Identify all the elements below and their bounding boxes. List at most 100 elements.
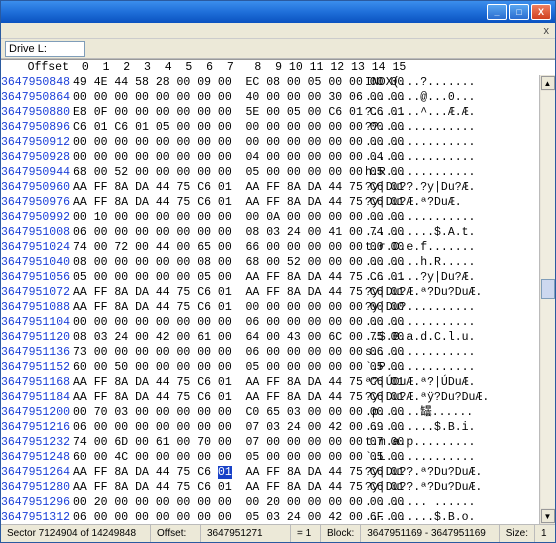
ascii-cell[interactable]: ................ [361, 315, 491, 330]
ascii-cell[interactable]: s............... [361, 345, 491, 360]
hex-cell[interactable]: C6 01 C6 01 05 00 00 00 00 00 00 00 00 0… [73, 120, 361, 135]
hex-cell[interactable]: AA FF 8A DA 44 75 C6 01 AA FF 8A DA 44 7… [73, 285, 361, 300]
ascii-cell[interactable]: ..........$.B.i. [361, 420, 491, 435]
ascii-cell[interactable]: ?y|Du?Æ.ªÿ?Du?DuÆ. [361, 390, 491, 405]
ascii-cell[interactable]: t.m.a.p......... [361, 435, 491, 450]
hex-cell[interactable]: 73 00 00 00 00 00 00 00 06 00 00 00 00 0… [73, 345, 361, 360]
vertical-scrollbar[interactable]: ▲ ▼ [539, 75, 555, 524]
hex-cell[interactable]: 00 00 00 00 00 00 00 00 04 00 00 00 00 0… [73, 150, 361, 165]
ascii-cell[interactable]: .p......罎...... [361, 405, 491, 420]
hex-cell[interactable]: 60 00 4C 00 00 00 00 00 05 00 00 00 00 0… [73, 450, 361, 465]
hex-row[interactable]: 364795110400 00 00 00 00 00 00 00 06 00 … [1, 315, 539, 330]
hex-row[interactable]: 364795131206 00 00 00 00 00 00 00 05 03 … [1, 510, 539, 524]
ascii-cell[interactable]: INDX(...?....... [361, 75, 491, 90]
hex-cell[interactable]: 74 00 72 00 44 00 65 00 66 00 00 00 00 0… [73, 240, 361, 255]
hex-cell[interactable]: 00 10 00 00 00 00 00 00 00 0A 00 00 00 0… [73, 210, 361, 225]
hex-row[interactable]: 3647951088AA FF 8A DA 44 75 C6 01 00 00 … [1, 300, 539, 315]
hex-row[interactable]: 364795105605 00 00 00 00 00 05 00 AA FF … [1, 270, 539, 285]
hex-rows[interactable]: 364795084849 4E 44 58 28 00 09 00 EC 08 … [1, 75, 539, 524]
ascii-cell[interactable]: ..$.B.a.d.C.l.u. [361, 330, 491, 345]
hex-cell[interactable]: AA FF 8A DA 44 75 C6 01 AA FF 8A DA 44 7… [73, 480, 361, 495]
hex-row[interactable]: 364795092800 00 00 00 00 00 00 00 04 00 … [1, 150, 539, 165]
hex-cell[interactable]: 00 20 00 00 00 00 00 00 00 20 00 00 00 0… [73, 495, 361, 510]
ascii-cell[interactable]: ........?y|Du?Æ. [361, 270, 491, 285]
hex-cell[interactable]: E8 0F 00 00 00 00 00 00 5E 00 05 00 C6 0… [73, 105, 361, 120]
hex-cell[interactable]: AA FF 8A DA 44 75 C6 01 AA FF 8A DA 44 7… [73, 375, 361, 390]
drive-field[interactable] [5, 41, 85, 57]
hex-row[interactable]: 364795091200 00 00 00 00 00 00 00 00 00 … [1, 135, 539, 150]
hex-row[interactable]: 364795124860 00 4C 00 00 00 00 00 05 00 … [1, 450, 539, 465]
hex-row[interactable]: 364795112008 03 24 00 42 00 61 00 64 00 … [1, 330, 539, 345]
ascii-cell[interactable]: ??.............. [361, 120, 491, 135]
ascii-cell[interactable]: t.r.D.e.f....... [361, 240, 491, 255]
hex-row[interactable]: 364795113673 00 00 00 00 00 00 00 06 00 … [1, 345, 539, 360]
scroll-down-button[interactable]: ▼ [541, 509, 555, 523]
ascii-cell[interactable]: `.L............. [361, 450, 491, 465]
ascii-cell[interactable]: h.R............. [361, 165, 491, 180]
hex-cell[interactable]: 05 00 00 00 00 00 05 00 AA FF 8A DA 44 7… [73, 270, 361, 285]
ascii-cell[interactable]: ................ [361, 135, 491, 150]
ascii-cell[interactable]: ª?|ÚDuÆ.ª?|ÚDuÆ. [361, 375, 491, 390]
hex-cell[interactable]: 49 4E 44 58 28 00 09 00 EC 08 00 05 00 0… [73, 75, 361, 90]
hex-row[interactable]: 364795104008 00 00 00 00 00 08 00 68 00 … [1, 255, 539, 270]
hex-cell[interactable]: 06 00 00 00 00 00 00 00 05 03 24 00 42 0… [73, 510, 361, 524]
close-button[interactable]: X [531, 4, 551, 20]
hex-cell[interactable]: AA FF 8A DA 44 75 C6 01 AA FF 8A DA 44 7… [73, 180, 361, 195]
hex-row[interactable]: 364795084849 4E 44 58 28 00 09 00 EC 08 … [1, 75, 539, 90]
hex-row[interactable]: 3647950976AA FF 8A DA 44 75 C6 01 AA FF … [1, 195, 539, 210]
hex-row[interactable]: 364795115260 00 50 00 00 00 00 00 05 00 … [1, 360, 539, 375]
hex-row[interactable]: 364795129600 20 00 00 00 00 00 00 00 20 … [1, 495, 539, 510]
hex-row[interactable]: 3647950960AA FF 8A DA 44 75 C6 01 AA FF … [1, 180, 539, 195]
secondary-close-icon[interactable]: x [544, 25, 550, 37]
ascii-cell[interactable]: . ....... ...... [361, 495, 491, 510]
minimize-button[interactable]: _ [487, 4, 507, 20]
hex-cell[interactable]: 00 70 03 00 00 00 00 00 C0 65 03 00 00 0… [73, 405, 361, 420]
hex-cell[interactable]: 06 00 00 00 00 00 00 00 08 03 24 00 41 0… [73, 225, 361, 240]
hex-cell[interactable]: AA FF 8A DA 44 75 C6 01 00 00 00 00 00 0… [73, 300, 361, 315]
ascii-cell[interactable]: ?y|Du?.......... [361, 300, 491, 315]
hex-row[interactable]: 364795121606 00 00 00 00 00 00 00 07 03 … [1, 420, 539, 435]
hex-row[interactable]: 3647951072AA FF 8A DA 44 75 C6 01 AA FF … [1, 285, 539, 300]
hex-cell[interactable]: 74 00 6D 00 61 00 70 00 07 00 00 00 00 0… [73, 435, 361, 450]
hex-cell[interactable]: 00 00 00 00 00 00 00 00 40 00 00 00 30 0… [73, 90, 361, 105]
hex-row[interactable]: 3647951168AA FF 8A DA 44 75 C6 01 AA FF … [1, 375, 539, 390]
hex-row[interactable]: 364795086400 00 00 00 00 00 00 00 40 00 … [1, 90, 539, 105]
ascii-cell[interactable]: ?y|Du?Æ.ª?DuÆ. [361, 195, 491, 210]
ascii-cell[interactable]: ................ [361, 150, 491, 165]
ascii-cell[interactable]: ?y|Du??.ª?Du?DuÆ. [361, 465, 491, 480]
hex-row[interactable]: 3647951264AA FF 8A DA 44 75 C6 01 AA FF … [1, 465, 539, 480]
ascii-cell[interactable]: ........h.R..... [361, 255, 491, 270]
hex-row[interactable]: 364795123274 00 6D 00 61 00 70 00 07 00 … [1, 435, 539, 450]
hex-cell[interactable]: 08 00 00 00 00 00 08 00 68 00 52 00 00 0… [73, 255, 361, 270]
maximize-button[interactable]: □ [509, 4, 529, 20]
hex-cell[interactable]: AA FF 8A DA 44 75 C6 01 AA FF 8A DA 44 7… [73, 465, 361, 480]
ascii-cell[interactable]: ..........$.A.t. [361, 225, 491, 240]
ascii-cell[interactable]: ................ [361, 210, 491, 225]
hex-cell[interactable]: 68 00 52 00 00 00 00 00 05 00 00 00 00 0… [73, 165, 361, 180]
ascii-cell[interactable]: ?y|Du??.?y|Du?Æ. [361, 180, 491, 195]
scroll-thumb[interactable] [541, 279, 555, 299]
hex-row[interactable]: 364795120000 70 03 00 00 00 00 00 C0 65 … [1, 405, 539, 420]
hex-row[interactable]: 364795100806 00 00 00 00 00 00 00 08 03 … [1, 225, 539, 240]
hex-cell[interactable]: 06 00 00 00 00 00 00 00 07 03 24 00 42 0… [73, 420, 361, 435]
hex-row[interactable]: 3647950880E8 0F 00 00 00 00 00 00 5E 00 … [1, 105, 539, 120]
ascii-cell[interactable]: `.P............. [361, 360, 491, 375]
hex-cell[interactable]: 00 00 00 00 00 00 00 00 00 00 00 00 00 0… [73, 135, 361, 150]
scroll-up-button[interactable]: ▲ [541, 76, 555, 90]
ascii-cell[interactable]: ?.......^...Æ.Æ. [361, 105, 491, 120]
ascii-cell[interactable]: ..........$.B.o. [361, 510, 491, 524]
hex-cell[interactable]: AA FF 8A DA 44 75 C6 01 AA FF 8A DA 44 7… [73, 390, 361, 405]
hex-cell[interactable]: 08 03 24 00 42 00 61 00 64 00 43 00 6C 0… [73, 330, 361, 345]
hex-cell[interactable]: 00 00 00 00 00 00 00 00 06 00 00 00 00 0… [73, 315, 361, 330]
hex-row[interactable]: 364795094468 00 52 00 00 00 00 00 05 00 … [1, 165, 539, 180]
ascii-cell[interactable]: ?y|Du??.ª?Du?DuÆ. [361, 480, 491, 495]
ascii-cell[interactable]: ?y|Du?Æ.ª?Du?DuÆ. [361, 285, 491, 300]
hex-row[interactable]: 3647950896C6 01 C6 01 05 00 00 00 00 00 … [1, 120, 539, 135]
hex-row[interactable]: 3647951184AA FF 8A DA 44 75 C6 01 AA FF … [1, 390, 539, 405]
hex-cell[interactable]: 60 00 50 00 00 00 00 00 05 00 00 00 00 0… [73, 360, 361, 375]
hex-row[interactable]: 364795102474 00 72 00 44 00 65 00 66 00 … [1, 240, 539, 255]
ascii-cell[interactable]: ........@...0... [361, 90, 491, 105]
hex-row[interactable]: 3647951280AA FF 8A DA 44 75 C6 01 AA FF … [1, 480, 539, 495]
hex-cell[interactable]: AA FF 8A DA 44 75 C6 01 AA FF 8A DA 44 7… [73, 195, 361, 210]
scroll-track[interactable] [541, 91, 555, 508]
